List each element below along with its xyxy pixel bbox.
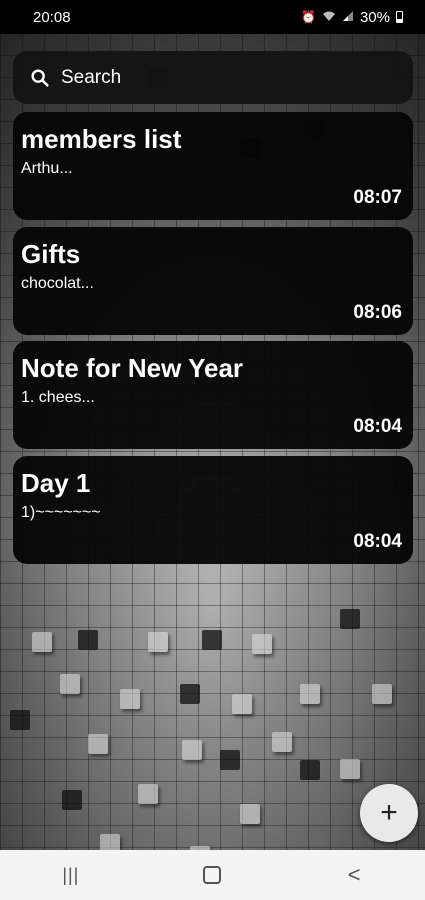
wallpaper-cube [340,759,360,779]
wallpaper-cube [180,684,200,704]
note-preview: 1)~~~~~~~ [21,504,101,521]
search-bar[interactable]: Search [13,51,413,104]
wallpaper-cube [272,732,292,752]
note-title: members list [21,124,182,154]
signal-icon [342,10,354,25]
status-time: 20:08 [33,8,71,26]
back-icon: < [347,862,361,887]
wallpaper-cube [220,750,240,770]
search-placeholder: Search [61,66,122,88]
wallpaper-cube [32,632,52,652]
note-card[interactable]: Note for New Year 1. chees... 08:04 [13,341,413,449]
wallpaper-cube [78,630,98,650]
back-button[interactable]: < [324,855,384,895]
wifi-icon [322,10,336,25]
note-preview: chocolat... [21,275,94,292]
note-title: Gifts [21,239,81,269]
status-icons: ⏰ 30% [301,9,403,26]
recents-button[interactable]: ||| [41,855,101,895]
note-time: 08:07 [353,187,402,208]
navigation-bar: ||| < [0,850,425,900]
note-preview: 1. chees... [21,389,95,406]
wallpaper-cube [340,609,360,629]
note-card[interactable]: members list Arthu... 08:07 [13,112,413,220]
wallpaper-cube [62,790,82,810]
wallpaper-cube [10,710,30,730]
note-title: Day 1 [21,468,91,498]
note-card[interactable]: Gifts chocolat... 08:06 [13,227,413,335]
wallpaper-cube [300,760,320,780]
wallpaper-cube [202,630,222,650]
battery-percent: 30% [359,8,390,26]
status-bar: 20:08 ⏰ 30% [0,0,425,34]
wallpaper-cube [300,684,320,704]
home-button[interactable] [182,855,242,895]
wallpaper-cube [240,804,260,824]
note-card[interactable]: Day 1 1)~~~~~~~ 08:04 [13,456,413,564]
search-icon [31,68,49,87]
alarm-icon: ⏰ [301,10,316,24]
wallpaper-cube [138,784,158,804]
note-preview: Arthu... [21,160,73,177]
add-note-button[interactable]: + [360,784,418,842]
battery-icon [396,11,403,23]
wallpaper-cube [148,632,168,652]
note-time: 08:04 [353,416,402,437]
home-icon [203,866,222,884]
wallpaper-cube [182,740,202,760]
wallpaper-cube [60,674,80,694]
note-title: Note for New Year [21,353,244,383]
recents-icon: ||| [62,864,80,885]
wallpaper-cube [120,689,140,709]
wallpaper-cube [252,634,272,654]
add-icon: + [380,796,398,829]
wallpaper-cube [372,684,392,704]
note-time: 08:06 [353,302,402,323]
note-time: 08:04 [353,531,402,552]
wallpaper-cube [232,694,252,714]
wallpaper-cube [88,734,108,754]
